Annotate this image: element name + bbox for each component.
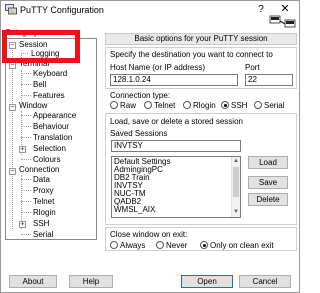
radio-serial[interactable] [254,101,262,109]
radio-telnet-label: Telnet [154,101,176,110]
tree-item-behaviour[interactable]: Behaviour [33,122,69,132]
tree-item-bell[interactable]: Bell [33,80,46,90]
load-button[interactable]: Load [248,156,288,169]
expand-icon[interactable]: + [19,221,26,228]
radio-always-label: Always [120,241,146,250]
tree-line [21,137,31,138]
title-bar: PuTTY Configuration ? ✕ [1,1,299,19]
window-title: PuTTY Configuration [20,5,104,15]
open-button[interactable]: Open [181,275,233,288]
sessions-listbox[interactable]: Default Settings AdmingingPC DB2 Train I… [111,156,241,218]
radio-clean-exit[interactable] [200,241,208,249]
collapse-icon[interactable]: − [9,42,16,49]
tree-item-window[interactable]: Window [19,101,47,111]
tree-item-keyboard[interactable]: Keyboard [33,69,67,79]
session-list-item[interactable]: WMSL_AIX [114,206,155,214]
scroll-down-icon[interactable]: ▼ [232,208,240,217]
radio-ssh[interactable] [221,101,229,109]
radio-telnet[interactable] [144,101,152,109]
tree-item-colours[interactable]: Colours [33,155,61,165]
radio-serial-label: Serial [264,101,285,110]
radio-raw[interactable] [110,101,118,109]
about-button[interactable]: About [9,275,57,288]
saved-session-input[interactable]: INVTSY [111,140,241,152]
tree-line [12,45,13,229]
tree-item-proxy[interactable]: Proxy [33,186,53,196]
save-button[interactable]: Save [248,176,288,189]
delete-button[interactable]: Delete [248,193,288,206]
scroll-up-icon[interactable]: ▲ [232,157,240,166]
putty-logo-icon [269,15,296,28]
tree-line [21,212,31,213]
tree-line [21,84,31,85]
tree-item-translation[interactable]: Translation [33,133,72,143]
tree-item-appearance[interactable]: Appearance [33,111,76,121]
radio-never-label: Never [166,241,188,250]
tree-line [21,95,31,96]
collapse-icon[interactable]: − [9,62,16,69]
tree-line [21,126,31,127]
tree-line [21,53,28,54]
putty-app-icon [5,4,17,15]
tree-item-data[interactable]: Data [33,175,50,185]
category-tree[interactable]: − Session Logging − Terminal Keyboard Be… [5,38,97,240]
radio-ssh-label: SSH [231,101,248,110]
host-input[interactable]: 128.1.0.24 [110,74,238,86]
tree-line [21,115,31,116]
connection-type-label: Connection type: [110,91,171,100]
putty-config-window: PuTTY Configuration ? ✕ Category: − Sess… [0,0,300,293]
host-label: Host Name (or IP address) [110,63,205,72]
cancel-button[interactable]: Cancel [239,275,291,288]
expand-icon[interactable]: + [19,146,26,153]
destination-label: Specify the destination you want to conn… [110,50,273,59]
port-label: Port [245,63,260,72]
tree-item-serial[interactable]: Serial [33,230,53,239]
tree-line [21,159,31,160]
radio-never[interactable] [156,241,164,249]
help-button[interactable]: Help [69,275,113,288]
tree-item-ssh[interactable]: SSH [33,219,49,229]
tree-item-rlogin[interactable]: Rlogin [33,208,56,218]
port-input[interactable]: 22 [245,74,293,86]
tree-line [21,234,31,235]
sessions-group-label: Load, save or delete a stored session [110,117,243,126]
close-exit-label: Close window on exit: [110,230,188,239]
tree-item-selection[interactable]: Selection [33,144,66,154]
radio-rlogin[interactable] [183,101,191,109]
tree-line [21,73,31,74]
tree-item-connection[interactable]: Connection [19,165,59,175]
tree-item-terminal[interactable]: Terminal [19,59,49,69]
radio-clean-exit-label: Only on clean exit [210,241,274,250]
tree-line [21,70,22,104]
sessions-scrollbar[interactable]: ▲ ▼ [231,157,240,217]
category-label: Category: [5,28,40,37]
scroll-thumb[interactable] [233,167,239,197]
collapse-icon[interactable]: − [9,104,16,111]
radio-always[interactable] [110,241,118,249]
panel-header: Basic options for your PuTTY session [105,33,297,45]
radio-rlogin-label: Rlogin [193,101,216,110]
tree-line [21,190,31,191]
tree-item-logging[interactable]: Logging [31,49,59,59]
tree-item-telnet[interactable]: Telnet [33,197,54,207]
tree-line [21,201,31,202]
tree-line [21,179,31,180]
tree-item-features[interactable]: Features [33,91,65,101]
collapse-icon[interactable]: − [9,168,16,175]
radio-raw-label: Raw [120,101,137,110]
saved-sessions-label: Saved Sessions [110,129,168,138]
